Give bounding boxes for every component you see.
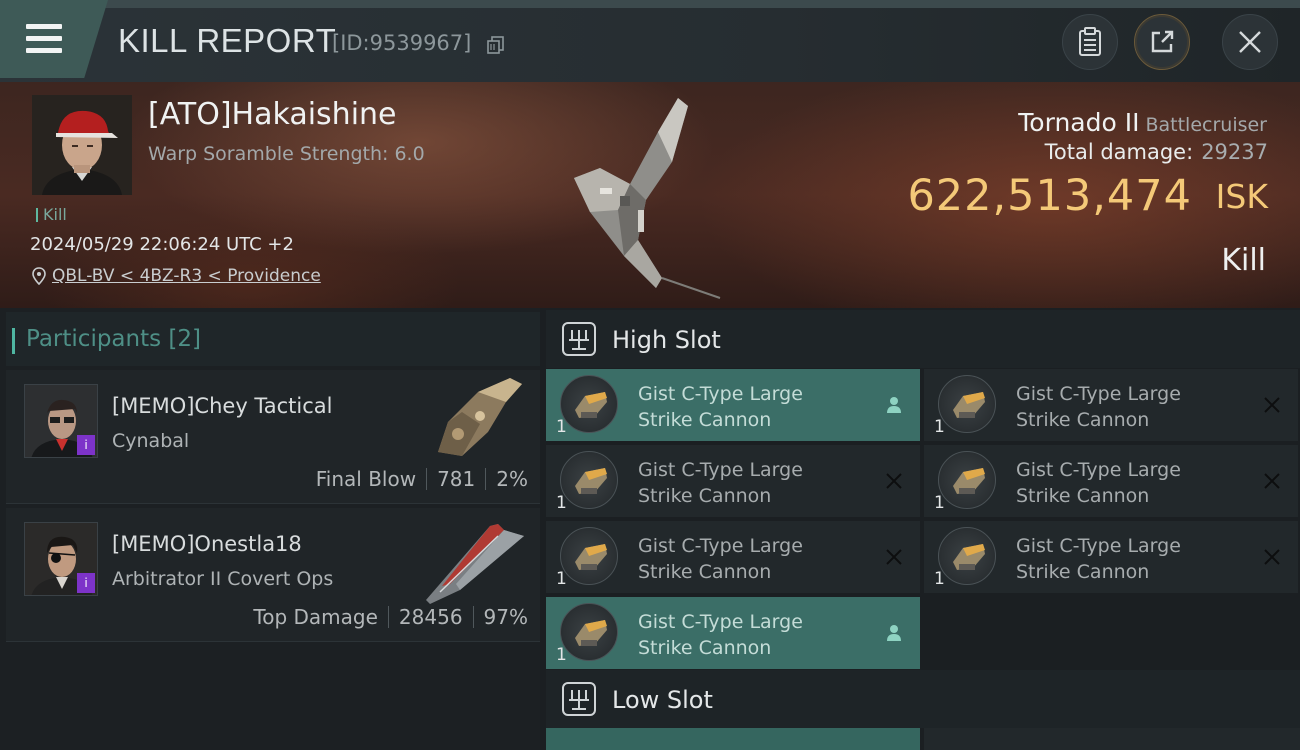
participant-avatar: ⅰ: [24, 384, 98, 458]
total-damage: Total damage: 29237: [1045, 140, 1268, 164]
module-item[interactable]: 1 Gist C-Type Large Strike Cannon: [546, 369, 920, 441]
module-item[interactable]: 1 Gist C-Type Large Strike Cannon: [924, 369, 1298, 441]
module-name: Gist C-Type Large Strike Cannon: [638, 611, 803, 659]
participant-row[interactable]: ⅰ [MEMO]Onestla18 Arbitrator II Covert O…: [6, 508, 540, 642]
page-title: KILL REPORT: [118, 22, 337, 59]
destroyed-x-icon: [1262, 471, 1282, 491]
module-item[interactable]: 1 Gist C-Type Large Strike Cannon: [924, 445, 1298, 517]
close-button[interactable]: [1222, 14, 1278, 70]
participant-stats: Final Blow 781 2%: [316, 467, 528, 491]
share-icon: [1151, 30, 1174, 53]
cannon-module-icon: [938, 375, 996, 433]
victim-ship-image: [574, 98, 721, 299]
total-damage-label: Total damage:: [1044, 140, 1194, 164]
participant-badge: ⅰ: [77, 435, 95, 455]
low-slot-icon: [562, 682, 596, 716]
victim-name[interactable]: [ATO]Hakaishine: [148, 97, 397, 132]
clipboard-icon: [1079, 27, 1101, 56]
result-label: Kill: [1221, 243, 1266, 278]
destroyed-x-icon: [884, 547, 904, 567]
low-slot-header: Low Slot: [546, 670, 1300, 728]
participant-row[interactable]: ⅰ [MEMO]Chey Tactical Cynabal Final Blow…: [6, 370, 540, 504]
kill-tag: Kill: [36, 205, 67, 224]
module-name: Gist C-Type Large Strike Cannon: [1016, 459, 1181, 507]
dropped-person-icon: [884, 395, 904, 415]
dropped-person-icon: [884, 623, 904, 643]
module-name: Gist C-Type Large Strike Cannon: [638, 459, 803, 507]
module-item[interactable]: 1 Gist C-Type Large Strike Cannon: [546, 445, 920, 517]
module-item[interactable]: 1 Gist C-Type Large Strike Cannon: [924, 521, 1298, 593]
ship-class: Battlecruiser: [1145, 114, 1267, 136]
high-slot-header: High Slot: [546, 310, 1300, 368]
copy-icon[interactable]: [486, 35, 506, 55]
warp-scramble-strength: Warp Soramble Strength: 6.0: [148, 143, 425, 165]
destroyed-x-icon: [1262, 547, 1282, 567]
portrait-icon: [32, 95, 132, 195]
participant-stats: Top Damage 28456 97%: [253, 605, 528, 629]
cannon-module-icon: [560, 603, 618, 661]
module-name: Gist C-Type Large Strike Cannon: [638, 383, 803, 431]
module-item[interactable]: 1 Gist C-Type Large Strike Cannon: [546, 597, 920, 669]
clipboard-button[interactable]: [1062, 14, 1118, 70]
ship-name: Tornado II: [1018, 108, 1140, 137]
header-accent-line: [0, 0, 1300, 8]
low-slot-title: Low Slot: [612, 686, 713, 714]
isk-unit: ISK: [1215, 177, 1268, 216]
destroyed-x-icon: [1262, 395, 1282, 415]
kill-location-link[interactable]: QBL-BV < 4BZ-R3 < Providence: [32, 266, 321, 286]
participant-avatar: ⅰ: [24, 522, 98, 596]
participant-ship: Cynabal: [112, 430, 190, 452]
low-slot-module-partial[interactable]: [924, 728, 1300, 750]
location-pin-icon: [32, 267, 46, 285]
module-quantity: 1: [934, 417, 945, 437]
victim-avatar[interactable]: [32, 95, 132, 195]
total-damage-value: 29237: [1201, 140, 1268, 164]
low-slot-module-partial[interactable]: [546, 728, 920, 750]
participant-percent: 97%: [483, 605, 528, 629]
module-quantity: 1: [556, 645, 567, 665]
participants-title: Participants [2]: [12, 326, 201, 354]
kill-timestamp: 2024/05/29 22:06:24 UTC +2: [30, 234, 294, 255]
participant-ship-image: [426, 524, 524, 604]
module-quantity: 1: [556, 493, 567, 513]
close-icon: [1239, 31, 1261, 53]
cannon-module-icon: [938, 527, 996, 585]
cannon-module-icon: [560, 375, 618, 433]
report-id: [ID:9539967]: [332, 31, 472, 55]
module-quantity: 1: [556, 569, 567, 589]
participant-percent: 2%: [496, 467, 528, 491]
high-slot-title: High Slot: [612, 326, 721, 354]
participant-ship: Arbitrator II Covert Ops: [112, 568, 334, 590]
participant-name[interactable]: [MEMO]Onestla18: [112, 532, 302, 556]
participant-name[interactable]: [MEMO]Chey Tactical: [112, 394, 333, 418]
participant-damage: 28456: [398, 605, 463, 629]
share-button[interactable]: [1134, 14, 1190, 70]
module-quantity: 1: [934, 569, 945, 589]
isk-value: 622,513,474: [907, 171, 1192, 221]
cannon-module-icon: [938, 451, 996, 509]
module-name: Gist C-Type Large Strike Cannon: [1016, 535, 1181, 583]
participant-ship-image: [438, 378, 522, 456]
participant-damage: 781: [437, 467, 476, 491]
participant-badge: ⅰ: [77, 573, 95, 593]
module-name: Gist C-Type Large Strike Cannon: [638, 535, 803, 583]
high-slot-icon: [562, 322, 596, 356]
module-quantity: 1: [556, 417, 567, 437]
hamburger-menu-icon: [26, 24, 62, 54]
destroyed-x-icon: [884, 471, 904, 491]
module-quantity: 1: [934, 493, 945, 513]
participant-role: Final Blow: [315, 467, 417, 491]
cannon-module-icon: [560, 527, 618, 585]
module-item[interactable]: 1 Gist C-Type Large Strike Cannon: [546, 521, 920, 593]
cannon-module-icon: [560, 451, 618, 509]
participant-role: Top Damage: [253, 605, 378, 629]
module-name: Gist C-Type Large Strike Cannon: [1016, 383, 1181, 431]
location-text: QBL-BV < 4BZ-R3 < Providence: [52, 266, 321, 286]
victim-ship[interactable]: Tornado II Battlecruiser: [1018, 108, 1267, 137]
